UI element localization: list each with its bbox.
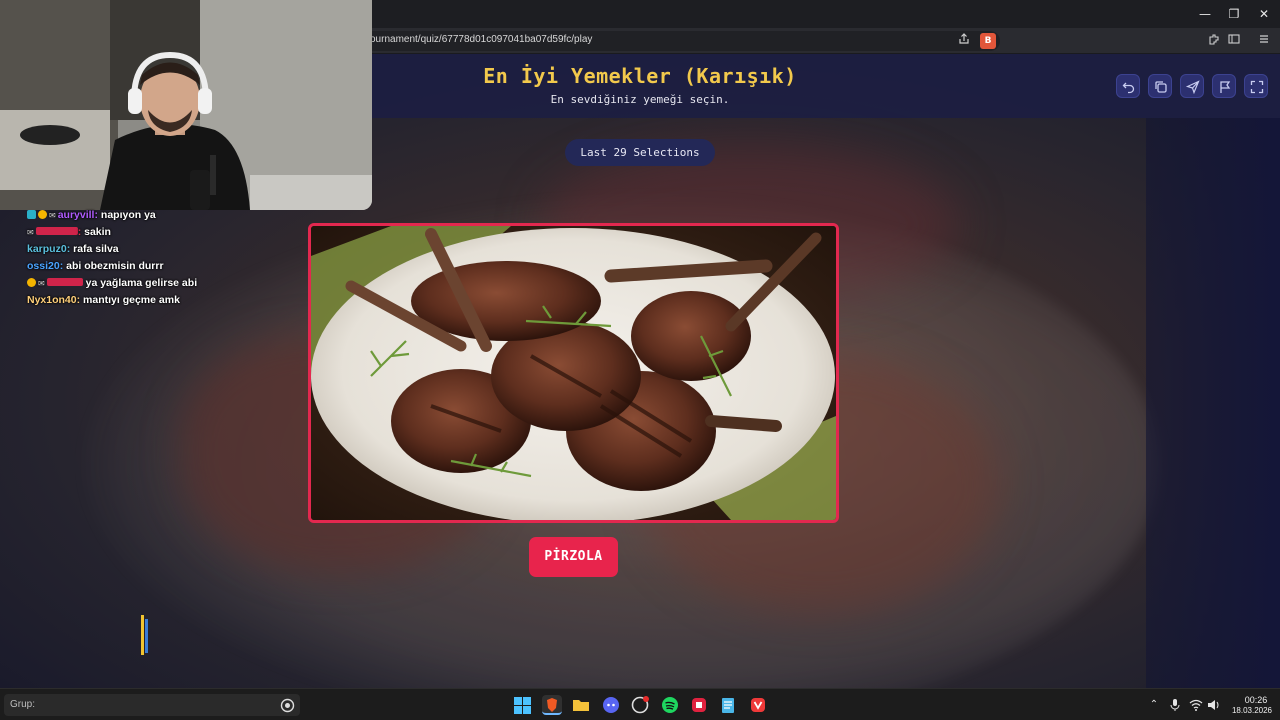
copy-button[interactable]	[1148, 74, 1172, 98]
report-button[interactable]	[1212, 74, 1236, 98]
file-explorer-icon[interactable]	[571, 695, 591, 715]
answer-button[interactable]: PİRZOLA	[529, 537, 618, 577]
chat-text: abi obezmisin durrr	[66, 260, 164, 272]
background-edge	[1146, 118, 1280, 688]
notepad-icon[interactable]	[718, 695, 738, 715]
send-icon	[1186, 80, 1200, 94]
sub-badge-icon	[27, 210, 36, 219]
copilot-icon[interactable]	[280, 698, 295, 713]
chat-username-redacted	[46, 278, 83, 286]
windows-start-icon[interactable]	[514, 697, 531, 714]
discord-icon[interactable]	[601, 695, 621, 715]
chat-username: auryvill	[57, 209, 95, 221]
fullscreen-icon	[1250, 80, 1264, 94]
brave-shield-icon[interactable]: B	[980, 33, 996, 49]
taskbar-search[interactable]: Grup:	[4, 694, 300, 716]
url-text: ournament/quiz/67778d01c097041ba07d59fc/…	[370, 34, 593, 45]
chat-message: karpuz0: rafa silva	[27, 243, 119, 255]
chat-message: ✉: sakin	[27, 226, 111, 238]
taskbar: Grup: ⌃ 00:26 18.03.2026	[0, 688, 1280, 720]
minimize-icon[interactable]: —	[1190, 4, 1220, 24]
close-icon[interactable]: ✕	[1249, 4, 1279, 24]
mail-badge-icon: ✉	[27, 228, 34, 237]
taskbar-clock-date[interactable]: 18.03.2026	[1226, 706, 1278, 715]
tray-chevron-up-icon[interactable]: ⌃	[1146, 697, 1162, 713]
screen: — ❐ ✕ ournament/quiz/67778d01c097041ba07…	[0, 0, 1280, 720]
mail-badge-icon: ✉	[38, 279, 45, 288]
taskbar-clock-time[interactable]: 00:26	[1236, 695, 1276, 705]
chat-message: ✉ auryvill: napıyon ya	[27, 209, 327, 226]
undo-icon	[1122, 82, 1135, 94]
fullscreen-button[interactable]	[1244, 74, 1268, 98]
wifi-icon[interactable]	[1189, 698, 1203, 712]
chat-overlay: ✉ auryvill: napıyon ya ✉: sakin karpuz0: …	[27, 209, 327, 311]
volume-icon[interactable]	[1207, 698, 1221, 712]
chat-text: mantıyı geçme amk	[83, 294, 180, 306]
url-field[interactable]: ournament/quiz/67778d01c097041ba07d59fc/…	[360, 31, 1000, 51]
chat-text: napıyon ya	[100, 209, 156, 221]
chat-text: sakin	[84, 226, 111, 238]
vivaldi-icon[interactable]	[748, 695, 768, 715]
chat-text: rafa silva	[73, 243, 119, 255]
last-selections-button[interactable]: Last 29 Selections	[565, 139, 715, 166]
undo-button[interactable]	[1116, 74, 1140, 98]
chat-message: ossi20: abi obezmisin durrr	[27, 260, 164, 272]
extensions-icon[interactable]	[1206, 33, 1222, 49]
microphone-icon[interactable]	[1169, 698, 1181, 712]
coin-badge-icon	[27, 278, 36, 287]
webcam-overlay	[0, 0, 372, 210]
chat-username-redacted	[35, 227, 78, 235]
chat-message: Nyx1on40: mantıyı geçme amk	[27, 294, 180, 306]
menu-icon[interactable]	[1256, 33, 1272, 49]
food-image-card[interactable]	[308, 223, 839, 523]
chat-text: ya yağlama gelirse abi	[85, 277, 198, 289]
coin-badge-icon	[38, 210, 47, 219]
brave-browser-icon[interactable]	[542, 695, 562, 715]
chat-message: ✉ ya yağlama gelirse abi	[27, 277, 327, 294]
flag-icon	[1220, 81, 1231, 93]
obs-icon[interactable]	[630, 695, 650, 715]
spotify-icon[interactable]	[660, 695, 680, 715]
restore-icon[interactable]: ❐	[1219, 4, 1249, 24]
taskbar-search-text: Grup:	[10, 699, 36, 710]
chat-username: ossi20	[27, 260, 60, 272]
food-photo	[311, 226, 836, 520]
share-icon[interactable]	[956, 33, 972, 49]
chat-username: Nyx1on40	[27, 294, 77, 306]
copy-icon	[1155, 81, 1167, 93]
send-button[interactable]	[1180, 74, 1204, 98]
mail-badge-icon: ✉	[49, 211, 56, 220]
red-app-icon[interactable]	[689, 695, 709, 715]
stream-marker-icon	[141, 615, 148, 655]
sidebar-icon[interactable]	[1226, 33, 1242, 49]
chat-username: karpuz0	[27, 243, 67, 255]
